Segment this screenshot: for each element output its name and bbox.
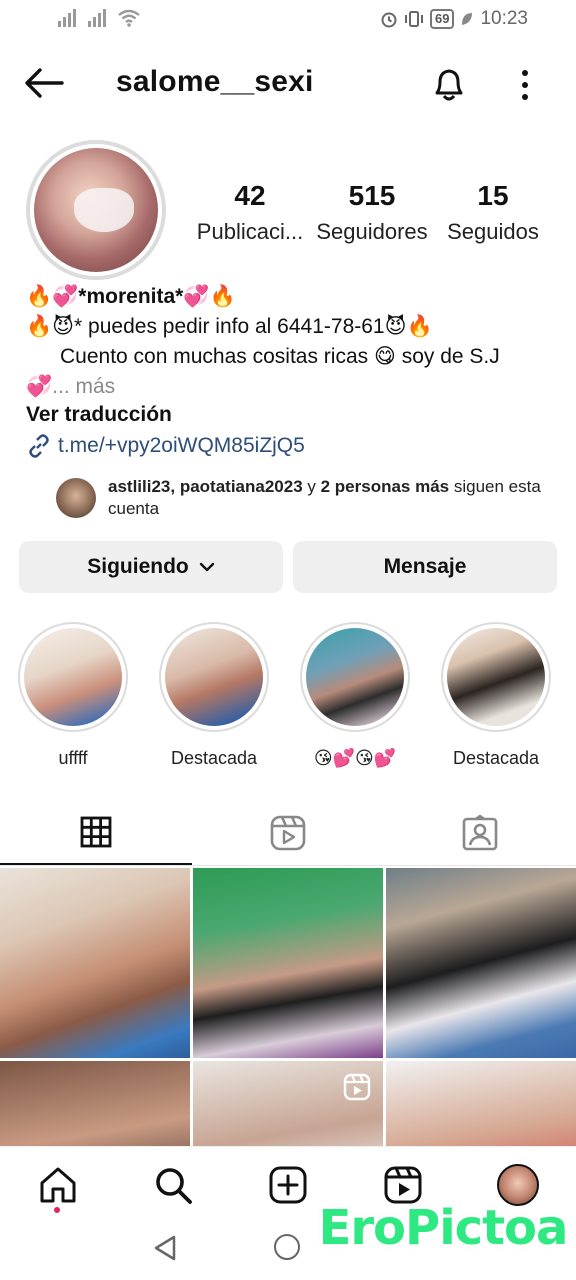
following-count: 15 (477, 180, 509, 211)
following-button[interactable]: Siguiendo (19, 541, 283, 593)
notifications-button[interactable] (428, 63, 470, 105)
bio-link-text: t.me/+vpy2oiWQM85iZjQ5 (58, 434, 305, 457)
bio-line-1: 🔥😈* puedes pedir info al 6441-78-61😈🔥 (26, 315, 433, 338)
followers-count: 515 (348, 180, 396, 211)
profile-avatar-ring[interactable] (26, 140, 166, 280)
bio-line-2: Cuento con muchas cositas ricas 😋 soy de… (60, 345, 500, 368)
profile-avatar (34, 148, 158, 272)
posts-count: 42 (234, 180, 266, 211)
followed-by-text: astlili23, paotatiana2023 y 2 personas m… (108, 476, 556, 520)
profile-tabs (0, 800, 576, 866)
battery-level: 69 (429, 9, 455, 29)
profile-header: salome__sexi (0, 55, 576, 111)
followed-by-conjunction: y (302, 477, 321, 496)
highlight-label: 😘💕😘💕 (313, 748, 397, 768)
bio-line-3: 💞... más (26, 372, 556, 402)
highlight-cover (447, 628, 545, 726)
highlight-cover-ring (441, 622, 551, 732)
following-label: Seguidos (447, 219, 539, 244)
highlight-cover-ring (18, 622, 128, 732)
following-button-label: Siguiendo (87, 555, 189, 578)
see-translation-link[interactable]: Ver traducción (26, 403, 172, 427)
story-highlight[interactable]: 😘💕😘💕 (300, 622, 410, 769)
profile-bio: 🔥💞*morenita*💞🔥 🔥😈* puedes pedir info al … (26, 282, 556, 402)
search-icon (156, 1168, 192, 1204)
bio-emoji: 💞 (26, 375, 53, 398)
bio-name: 🔥💞*morenita*💞🔥 (26, 285, 236, 308)
highlight-cover (24, 628, 122, 726)
system-home-button[interactable] (274, 1234, 300, 1260)
post-thumbnail[interactable] (0, 1061, 190, 1148)
story-highlight[interactable]: Destacada (441, 622, 551, 769)
bio-more-link[interactable]: ... más (52, 375, 115, 398)
more-vertical-icon (522, 70, 528, 100)
posts-label: Publicaci... (196, 219, 304, 244)
alarm-icon (381, 12, 397, 28)
nav-create[interactable] (264, 1161, 312, 1209)
bell-icon (435, 69, 463, 101)
wifi-icon (118, 9, 140, 27)
home-notification-dot (54, 1207, 60, 1213)
stat-following[interactable]: 15 Seguidos (444, 180, 542, 245)
watermark: EroPictoa (318, 1200, 569, 1256)
reel-badge-icon (343, 1073, 371, 1101)
home-icon (40, 1167, 76, 1203)
post-thumbnail[interactable] (0, 868, 190, 1058)
tab-tagged[interactable] (384, 800, 576, 866)
link-icon (29, 434, 49, 458)
create-icon (269, 1166, 307, 1204)
more-options-button[interactable] (510, 65, 540, 105)
back-arrow-icon (25, 68, 64, 98)
mutual-others-count: 2 personas más (320, 477, 450, 496)
followers-label: Seguidores (316, 219, 428, 244)
highlight-label: Destacada (170, 748, 258, 768)
stat-followers[interactable]: 515 Seguidores (314, 180, 430, 245)
post-thumbnail[interactable] (386, 1061, 576, 1148)
tab-posts-grid[interactable] (0, 800, 192, 865)
bio-link[interactable]: t.me/+vpy2oiWQM85iZjQ5 (26, 433, 305, 459)
tagged-icon (462, 815, 498, 851)
message-button-label: Mensaje (383, 555, 467, 578)
status-bar: 69 10:23 (0, 0, 576, 40)
highlight-label: Destacada (452, 748, 540, 768)
story-highlight[interactable]: uffff (18, 622, 128, 769)
highlight-cover (306, 628, 404, 726)
highlight-label: uffff (58, 748, 88, 768)
back-button[interactable] (22, 63, 66, 103)
mutual-follower-names: astlili23, paotatiana2023 (108, 477, 303, 496)
leaf-icon (462, 13, 473, 25)
chevron-down-icon (199, 562, 214, 572)
post-thumbnail[interactable] (193, 868, 383, 1058)
status-right: 69 10:23 (380, 8, 528, 30)
message-button[interactable]: Mensaje (293, 541, 557, 593)
highlight-cover-ring (159, 622, 269, 732)
stat-posts[interactable]: 42 Publicaci... (194, 180, 306, 245)
reels-icon (270, 815, 306, 851)
followed-by[interactable]: astlili23, paotatiana2023 y 2 personas m… (56, 476, 556, 520)
signal-icon-2 (88, 9, 106, 27)
post-thumbnail[interactable] (193, 1061, 383, 1148)
tab-reels[interactable] (192, 800, 384, 866)
nav-home[interactable] (34, 1161, 82, 1209)
clock: 10:23 (480, 8, 528, 29)
nav-search[interactable] (149, 1161, 197, 1209)
grid-icon (80, 816, 112, 847)
mutual-follower-avatar (56, 478, 96, 518)
profile-username: salome__sexi (116, 65, 314, 98)
posts-grid (0, 868, 576, 1148)
signal-icon (58, 9, 76, 27)
story-highlight[interactable]: Destacada (159, 622, 269, 769)
system-back-icon[interactable] (152, 1234, 178, 1262)
signal-indicators (58, 9, 140, 27)
vibrate-icon (404, 11, 423, 27)
highlight-cover-ring (300, 622, 410, 732)
highlight-cover (165, 628, 263, 726)
post-thumbnail[interactable] (386, 868, 576, 1058)
